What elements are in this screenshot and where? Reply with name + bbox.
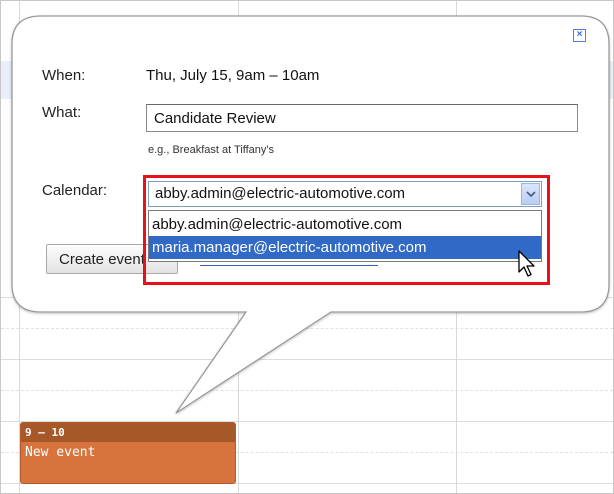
what-input[interactable] (146, 104, 578, 132)
close-icon[interactable]: × (573, 29, 586, 42)
calendar-view: 9 – 10 New event × When: Thu, July 15, 9… (0, 0, 614, 494)
when-value: Thu, July 15, 9am – 10am (146, 67, 320, 84)
highlight-annotation (143, 175, 550, 285)
when-label: When: (42, 67, 86, 84)
what-hint: e.g., Breakfast at Tiffany's (148, 144, 275, 156)
calendar-label: Calendar: (42, 182, 108, 199)
what-label: What: (42, 104, 82, 121)
mouse-cursor-icon (518, 250, 535, 277)
